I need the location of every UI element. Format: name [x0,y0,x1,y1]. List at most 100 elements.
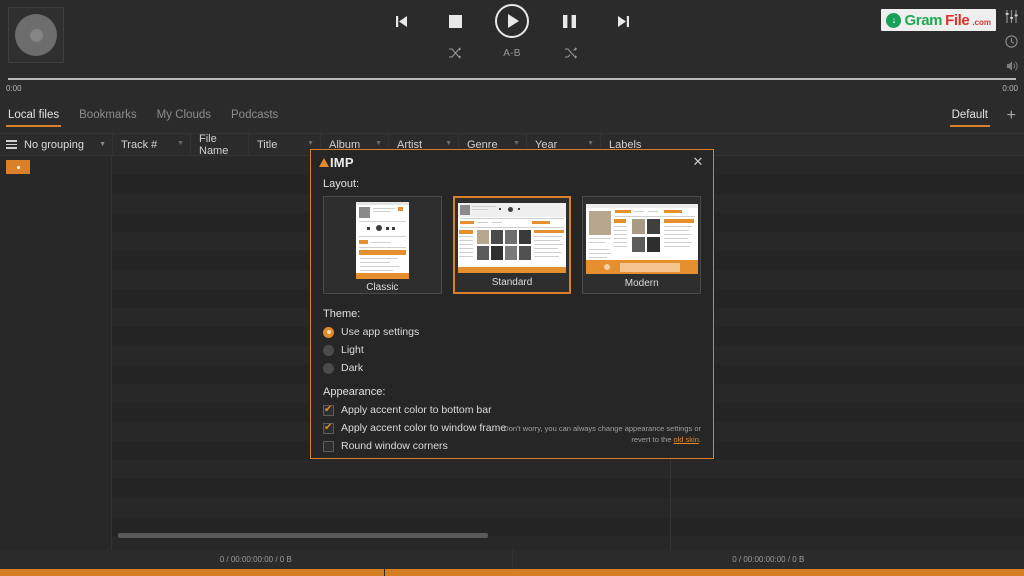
album-art-placeholder[interactable] [8,7,64,63]
layout-name-standard: Standard [491,277,533,288]
theme-option-use-app-settings[interactable]: Use app settings [323,326,701,338]
tab-my-clouds[interactable]: My Clouds [155,104,213,128]
thumb-holder [583,202,700,275]
time-elapsed-label: 0:00 [6,84,22,93]
thumb-holder [324,202,441,279]
play-button[interactable] [495,4,529,38]
table-row[interactable] [112,479,1024,498]
appearance-dialog: IMP ✕ Layout: Classic Standard Modern Th… [310,149,714,459]
grouping-label: No grouping [24,138,84,151]
radio-icon [323,344,334,356]
aimp-logo: IMP [319,155,713,170]
stop-button[interactable] [441,7,469,35]
repeat-button[interactable] [442,44,466,62]
filter-icon[interactable]: ▼ [513,140,520,147]
theme-option-light[interactable]: Light [323,344,701,356]
previous-track-button[interactable] [387,7,415,35]
tab-default-playlist[interactable]: Default [949,104,991,128]
tab-local-files[interactable]: Local files [6,104,62,128]
equalizer-icon[interactable] [1002,8,1020,24]
watermark-com: .com [972,18,991,27]
transport-controls [387,4,637,38]
filter-icon[interactable]: ▼ [445,140,452,147]
layout-option-classic[interactable]: Classic [323,196,442,294]
status-bar: 0 / 00:00:00:00 / 0 B 0 / 00:00:00:00 / … [0,550,1024,569]
checkbox-accent-bottom-bar[interactable]: Apply accent color to bottom bar [323,404,701,416]
selected-group-chip[interactable] [6,160,30,174]
playlist-tab-group: Default [949,104,991,128]
radio-icon [323,326,334,338]
theme-label: Light [341,344,364,356]
checkbox-label: Apply accent color to bottom bar [341,404,492,416]
filter-icon[interactable]: ▼ [587,140,594,147]
layout-option-standard[interactable]: Standard [452,196,572,294]
accent-bottom-bar [0,569,1024,576]
hamburger-icon [6,140,17,149]
close-icon[interactable]: ✕ [690,154,706,170]
layout-option-modern[interactable]: Modern [582,196,701,294]
secondary-transport-controls: A-B [442,44,582,62]
dialog-footer-note: Don't worry, you can always change appea… [491,424,701,446]
add-playlist-button[interactable]: + [1007,108,1016,124]
theme-label: Dark [341,362,364,374]
gramfile-watermark: ↓ Gram File .com [881,9,996,31]
layout-options: Classic Standard Modern [323,196,701,294]
clock-icon[interactable] [1002,33,1020,49]
table-row[interactable] [112,460,1024,479]
dialog-header: IMP ✕ [311,150,713,174]
ab-repeat-button[interactable]: A-B [500,44,524,62]
grouping-dropdown[interactable]: No grouping ▼ [0,139,112,151]
horizontal-scrollbar[interactable] [118,533,488,538]
layout-section-label: Layout: [323,178,360,190]
classic-preview-image [355,202,409,279]
old-skin-link[interactable]: old skin [673,435,698,444]
checkbox-icon [323,440,334,452]
aimp-player-window: A-B ↓ Gram File .com 0:00 0:00 Local fil… [0,0,1024,576]
checkbox-label: Round window corners [341,440,448,452]
tab-bookmarks[interactable]: Bookmarks [77,104,139,128]
column-label: File Name [199,132,229,157]
checkbox-icon [323,404,334,416]
filter-icon[interactable]: ▼ [307,140,314,147]
theme-section-label: Theme: [323,308,361,320]
column-label: Track # [121,138,158,151]
time-total-label: 0:00 [1002,84,1018,93]
status-right: 0 / 00:00:00:00 / 0 B [732,555,805,564]
note-text: Don't worry, you can always change appea… [503,424,701,445]
checkbox-label: Apply accent color to window frame [341,422,507,434]
seek-bar-area: 0:00 0:00 [0,70,1024,98]
triangle-icon [319,158,329,167]
filter-icon[interactable]: ▼ [375,140,382,147]
next-track-button[interactable] [609,7,637,35]
thumb-holder [455,202,570,274]
column-track-number[interactable]: Track # ▼ [112,133,190,156]
playlist-tabs-bar: Local files Bookmarks My Clouds Podcasts… [0,104,1024,134]
logo-text: IMP [330,155,354,170]
download-icon: ↓ [886,12,902,28]
checkbox-icon [323,422,334,434]
watermark-file: File [945,11,970,29]
accent-bar-split [384,569,385,576]
tab-podcasts[interactable]: Podcasts [229,104,280,128]
layout-name-classic: Classic [366,282,399,293]
column-file-name[interactable]: File Name [190,132,248,157]
shuffle-button[interactable] [558,44,582,62]
column-label: Title [257,138,278,151]
disc-hole [29,28,43,42]
disc-icon [15,14,57,56]
dialog-body: Layout: Classic Standard Modern Theme: U… [311,174,713,452]
standard-preview-image [458,203,566,273]
filter-icon[interactable]: ▼ [177,140,184,147]
player-toolbar: A-B ↓ Gram File .com [0,0,1024,71]
grouping-sidebar [0,156,112,550]
utility-icon-column [1002,8,1020,74]
theme-option-dark[interactable]: Dark [323,362,701,374]
pause-button[interactable] [555,7,583,35]
seek-slider[interactable] [8,78,1016,80]
theme-label: Use app settings [341,326,420,338]
status-left: 0 / 00:00:00:00 / 0 B [0,550,513,569]
radio-icon [323,362,334,374]
table-row[interactable] [112,498,1024,517]
modern-preview-image [585,203,698,274]
chevron-down-icon: ▼ [99,141,106,148]
